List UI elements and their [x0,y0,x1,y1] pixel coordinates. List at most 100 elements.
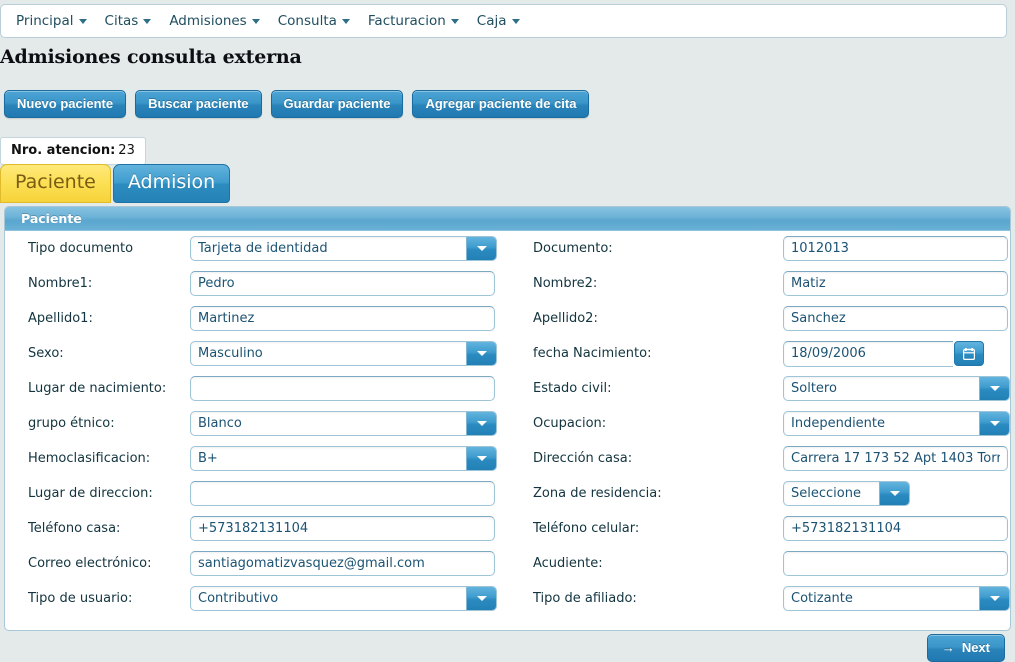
form-row: Acudiente: [510,546,1010,581]
field-label: Teléfono celular: [533,521,640,536]
form-row: Teléfono celular: [510,511,1010,546]
nuevo-paciente-button[interactable]: Nuevo paciente [4,90,127,118]
menu-item-caja[interactable]: Caja [468,9,529,33]
page-title: Admisiones consulta externa [0,46,302,68]
chevron-down-icon[interactable] [466,342,496,365]
form-row: Tipo de usuario: Contributivo [5,581,510,616]
chevron-down-icon[interactable] [466,237,496,260]
chevron-down-icon [251,18,260,24]
form-row: Teléfono casa: [5,511,510,546]
menu-item-principal[interactable]: Principal [7,9,96,33]
menu-item-label: Facturacion [367,13,446,29]
zona-de-residencia-select[interactable]: Seleccione [783,481,910,506]
footer-actions: → Next [926,634,1005,662]
hemoclasificacion-select[interactable]: B+ [190,446,497,471]
menu-item-facturacion[interactable]: Facturacion [359,9,468,33]
chevron-down-glyph [989,596,1000,601]
menu-item-label: Admisiones [169,13,247,29]
action-button-bar: Nuevo paciente Buscar paciente Guardar pac… [4,90,590,118]
chevron-down-glyph [989,421,1000,426]
form-row: Zona de residencia: Seleccione [510,476,1010,511]
lugar-de-direccion-input[interactable] [190,481,495,506]
arrow-right-icon: → [941,640,955,655]
field-label: Acudiente: [533,556,603,571]
field-label: grupo étnico: [28,416,115,431]
calendar-icon[interactable] [954,341,984,366]
lugar-de-nacimiento-input[interactable] [190,376,495,401]
sexo-select[interactable]: Masculino [190,341,497,366]
menu-item-consulta[interactable]: Consulta [269,9,359,33]
nombre2-input[interactable] [783,271,1008,296]
nombre1-input[interactable] [190,271,495,296]
chevron-down-glyph [476,351,487,356]
buscar-paciente-button[interactable]: Buscar paciente [135,90,262,118]
chevron-down-icon[interactable] [979,587,1009,610]
patient-form: Tipo documento Tarjeta de identidad Nombre… [5,231,1010,629]
field-label: Zona de residencia: [533,486,662,501]
form-row: Hemoclasificacion: B+ [5,441,510,476]
tab-admision[interactable]: Admision [112,164,231,203]
menu-item-label: Citas [104,13,139,29]
form-row: Tipo documento Tarjeta de identidad [5,231,510,266]
correo-electronico-input[interactable] [190,551,495,576]
panel-header-label: Paciente [21,211,82,226]
telefono-casa-input[interactable] [190,516,495,541]
field-label: Dirección casa: [533,451,633,466]
zona-de-residencia-selected-value: Seleccione [791,486,861,501]
chevron-down-icon [341,18,350,24]
ocupacion-select[interactable]: Independiente [783,411,1010,436]
menu-item-admisiones[interactable]: Admisiones [160,9,268,33]
field-label: Tipo de afiliado: [533,591,637,606]
form-row: Lugar de direccion: [5,476,510,511]
tab-bar: Paciente Admision [0,164,231,203]
form-row: Lugar de nacimiento: [5,371,510,406]
form-row: Apellido2: [510,301,1010,336]
chevron-down-icon [143,18,152,24]
apellido2-input[interactable] [783,306,1008,331]
ocupacion-selected-value: Independiente [791,416,886,431]
chevron-down-icon[interactable] [879,482,909,505]
chevron-down-icon[interactable] [466,412,496,435]
chevron-down-icon [450,18,459,24]
tipo-de-afiliado-selected-value: Cotizante [791,591,853,606]
form-row: Nombre1: [5,266,510,301]
chevron-down-glyph [476,246,487,251]
field-label: Lugar de direccion: [28,486,153,501]
next-button[interactable]: → Next [926,634,1005,662]
field-label: Tipo de usuario: [28,591,133,606]
field-label: Hemoclasificacion: [28,451,151,466]
chevron-down-icon [511,18,520,24]
estado-civil-select[interactable]: Soltero [783,376,1010,401]
chevron-down-glyph [476,421,487,426]
tipo-de-usuario-select[interactable]: Contributivo [190,586,497,611]
field-label: Correo electrónico: [28,556,152,571]
documento-input[interactable] [783,236,1008,261]
agregar-paciente-de-cita-button[interactable]: Agregar paciente de cita [412,90,590,118]
chevron-down-icon[interactable] [979,377,1009,400]
direccion-casa-input[interactable] [783,446,1008,471]
attention-number-label: Nro. atencion: [11,143,116,158]
form-row: grupo étnico: Blanco [5,406,510,441]
guardar-paciente-button[interactable]: Guardar paciente [270,90,404,118]
telefono-celular-input[interactable] [783,516,1008,541]
tab-paciente[interactable]: Paciente [0,164,111,203]
menu-item-citas[interactable]: Citas [96,9,161,33]
chevron-down-icon[interactable] [466,447,496,470]
field-label: fecha Nacimiento: [533,346,652,361]
chevron-down-icon[interactable] [979,412,1009,435]
acudiente-input[interactable] [783,551,1008,576]
form-row: Estado civil: Soltero [510,371,1010,406]
grupo-etnico-select[interactable]: Blanco [190,411,497,436]
tipo-de-afiliado-select[interactable]: Cotizante [783,586,1010,611]
tipo-documento-select[interactable]: Tarjeta de identidad [190,236,497,261]
apellido1-input[interactable] [190,306,495,331]
form-row: Ocupacion: Independiente [510,406,1010,441]
next-button-label: Next [961,640,990,655]
chevron-down-icon[interactable] [466,587,496,610]
form-column-right: Documento: Nombre2: Apellido2: fecha Nacimi… [510,231,1010,616]
fecha-nacimiento-input[interactable] [783,340,953,367]
main-menu-bar: Principal Citas Admisiones Consulta Facturac… [0,4,1007,38]
field-label: Ocupacion: [533,416,607,431]
form-row: Apellido1: [5,301,510,336]
form-row: Dirección casa: [510,441,1010,476]
